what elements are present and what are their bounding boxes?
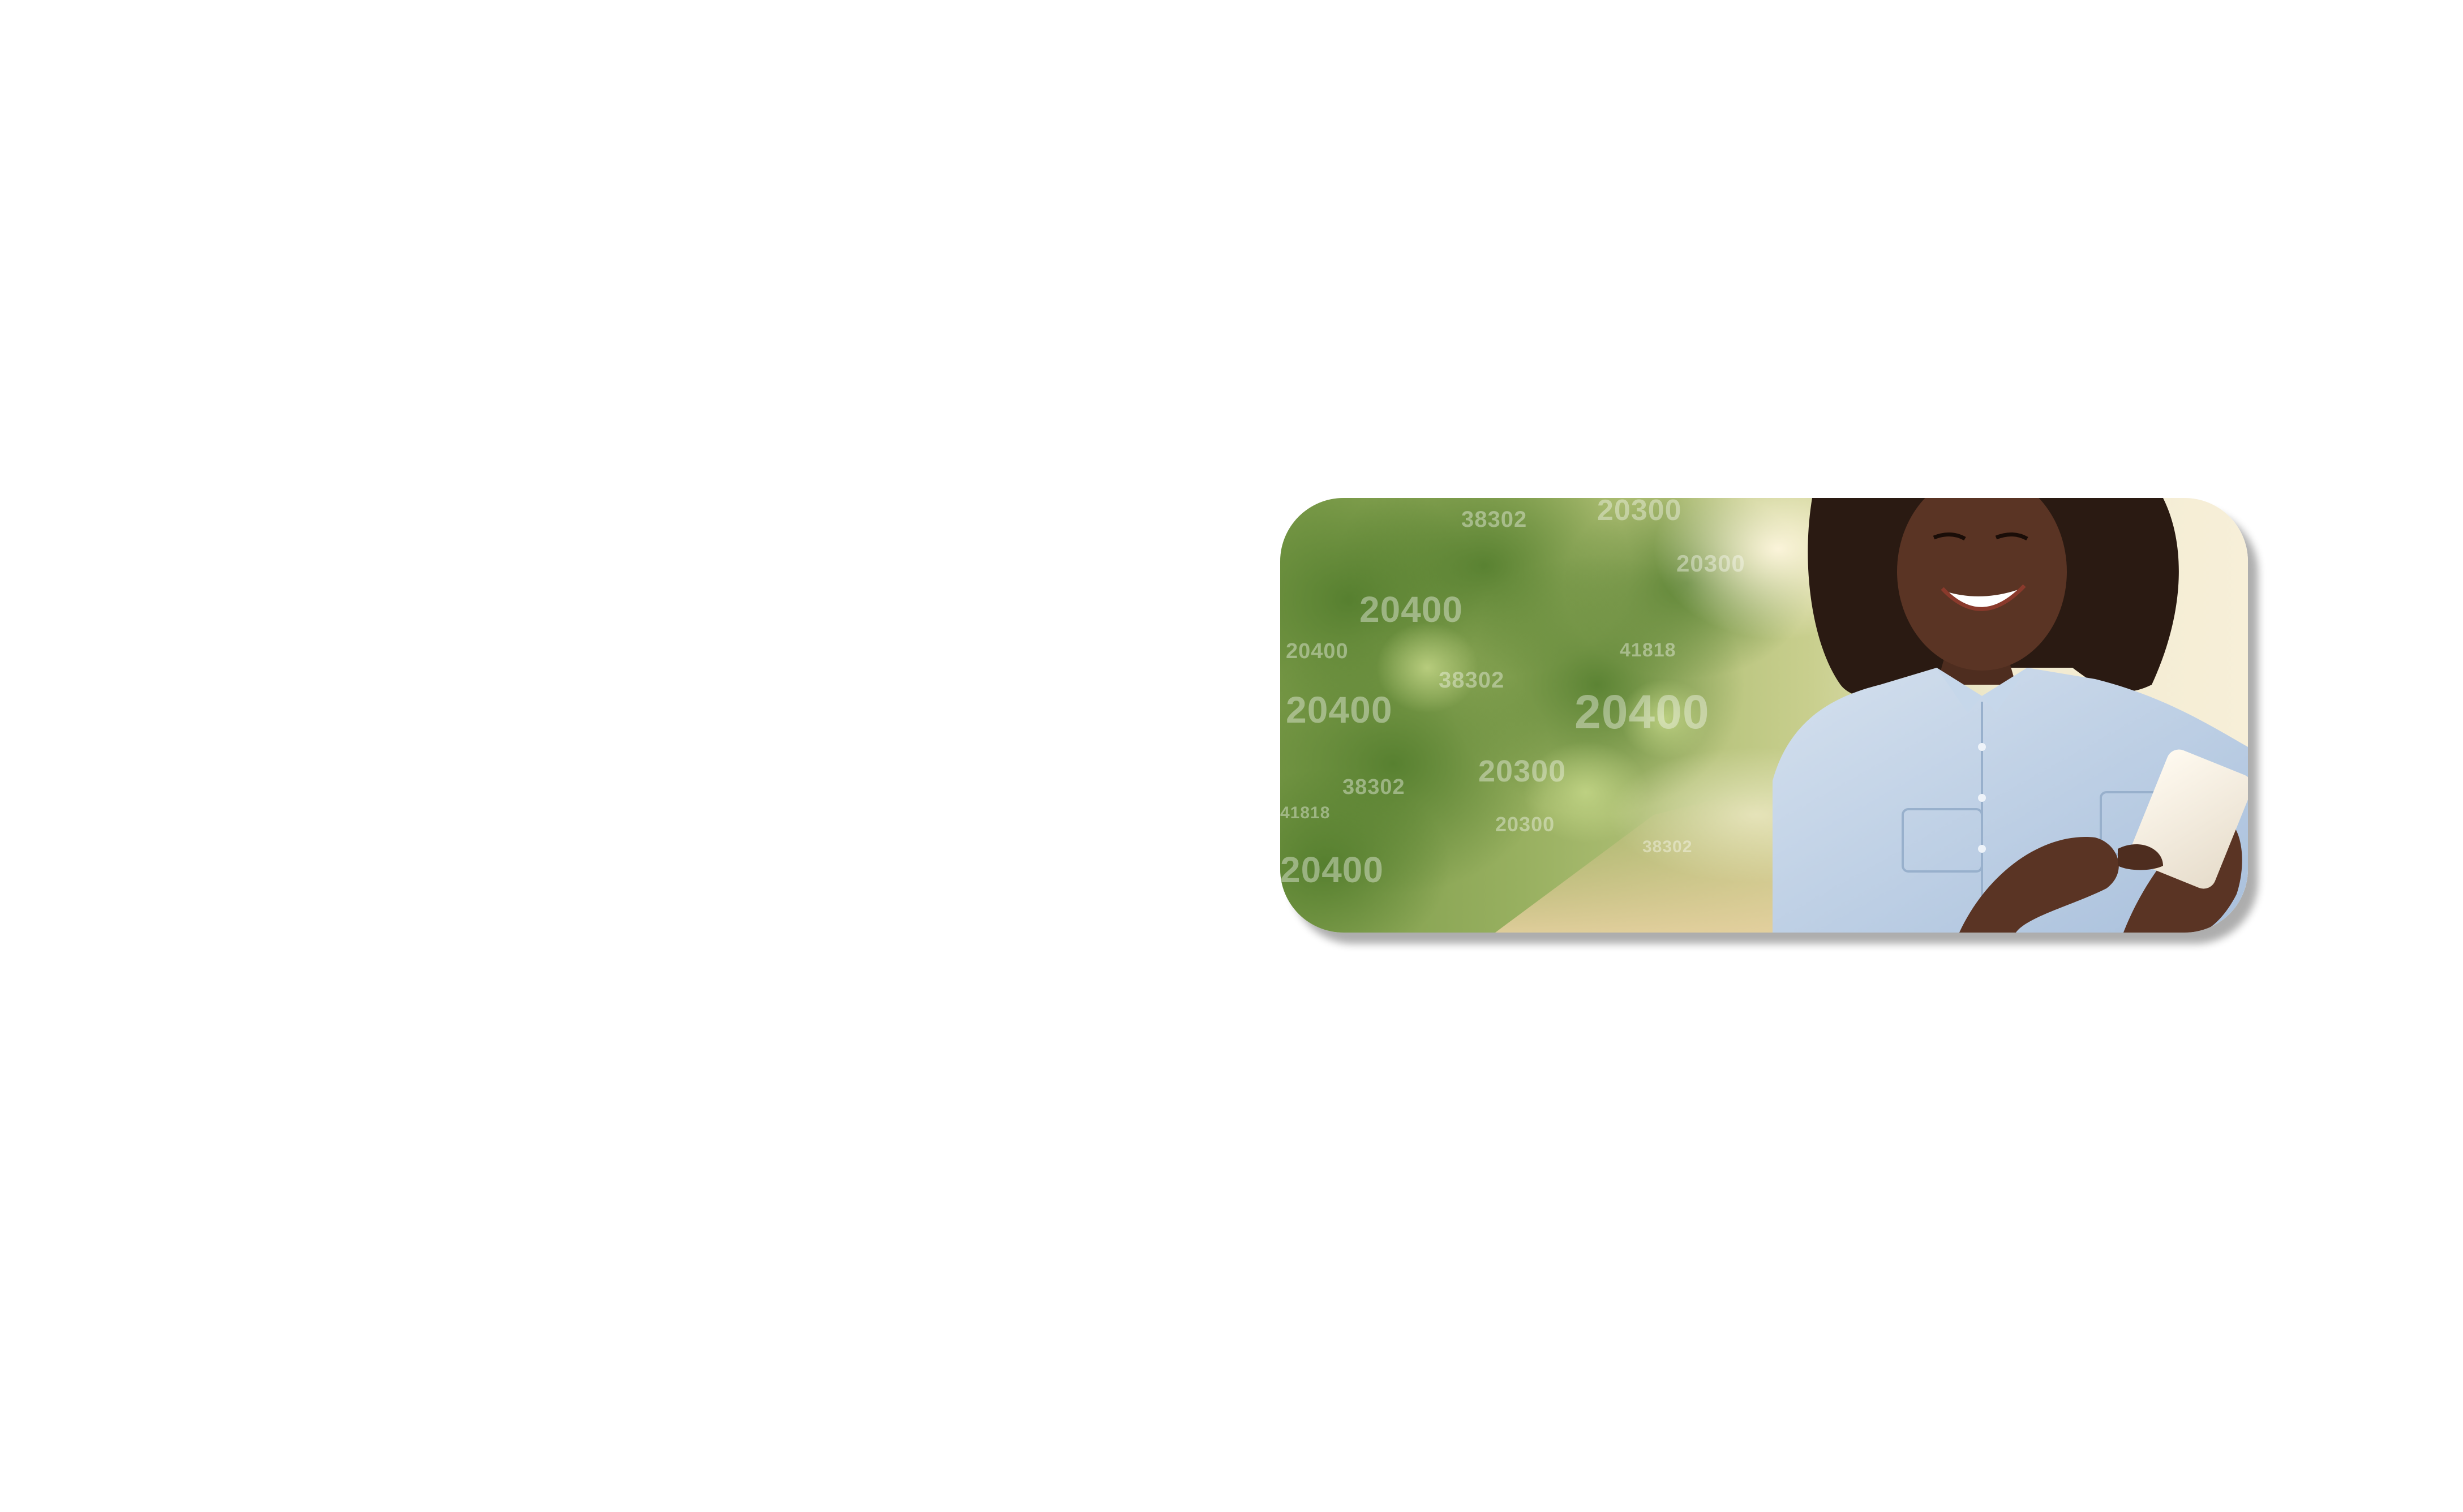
hero-image-card: 20300 38302 20300 20400 20400 41818 3830… — [1280, 498, 2248, 933]
page: 20300 38302 20300 20400 20400 41818 3830… — [0, 0, 2463, 1512]
photo-woman-with-phone — [1280, 498, 2248, 933]
